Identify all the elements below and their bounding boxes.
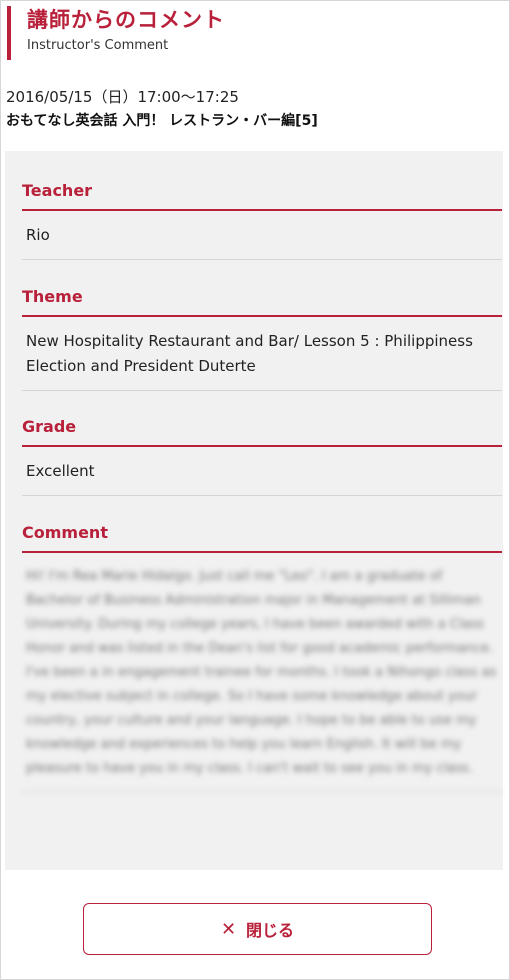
comment-panel: Teacher Rio Theme New Hospitality Restau… — [5, 151, 503, 870]
teacher-label: Teacher — [22, 181, 502, 211]
close-button[interactable]: ✕ 閉じる — [83, 903, 432, 955]
comment-text: Hi! I'm Rea Marie Hidalgo. Just call me … — [22, 553, 502, 792]
grade-section: Grade Excellent — [22, 417, 502, 496]
teacher-value: Rio — [22, 211, 502, 260]
lesson-course-title: おもてなし英会話 入門！ レストラン・バー編[5] — [6, 113, 318, 129]
close-button-label: 閉じる — [246, 921, 295, 940]
grade-label: Grade — [22, 417, 502, 447]
comment-label: Comment — [22, 523, 502, 553]
page-subtitle: Instructor's Comment — [27, 38, 169, 53]
comment-section: Comment Hi! I'm Rea Marie Hidalgo. Just … — [22, 523, 502, 792]
page-title: 講師からのコメント — [27, 8, 225, 32]
grade-value: Excellent — [22, 447, 502, 496]
theme-value: New Hospitality Restaurant and Bar/ Less… — [22, 317, 502, 391]
theme-label: Theme — [22, 287, 502, 317]
page-header: 講師からのコメント Instructor's Comment — [7, 6, 225, 60]
lesson-datetime: 2016/05/15（日）17:00〜17:25 — [6, 88, 239, 106]
teacher-section: Teacher Rio — [22, 181, 502, 260]
theme-section: Theme New Hospitality Restaurant and Bar… — [22, 287, 502, 391]
close-icon: ✕ — [220, 918, 237, 940]
